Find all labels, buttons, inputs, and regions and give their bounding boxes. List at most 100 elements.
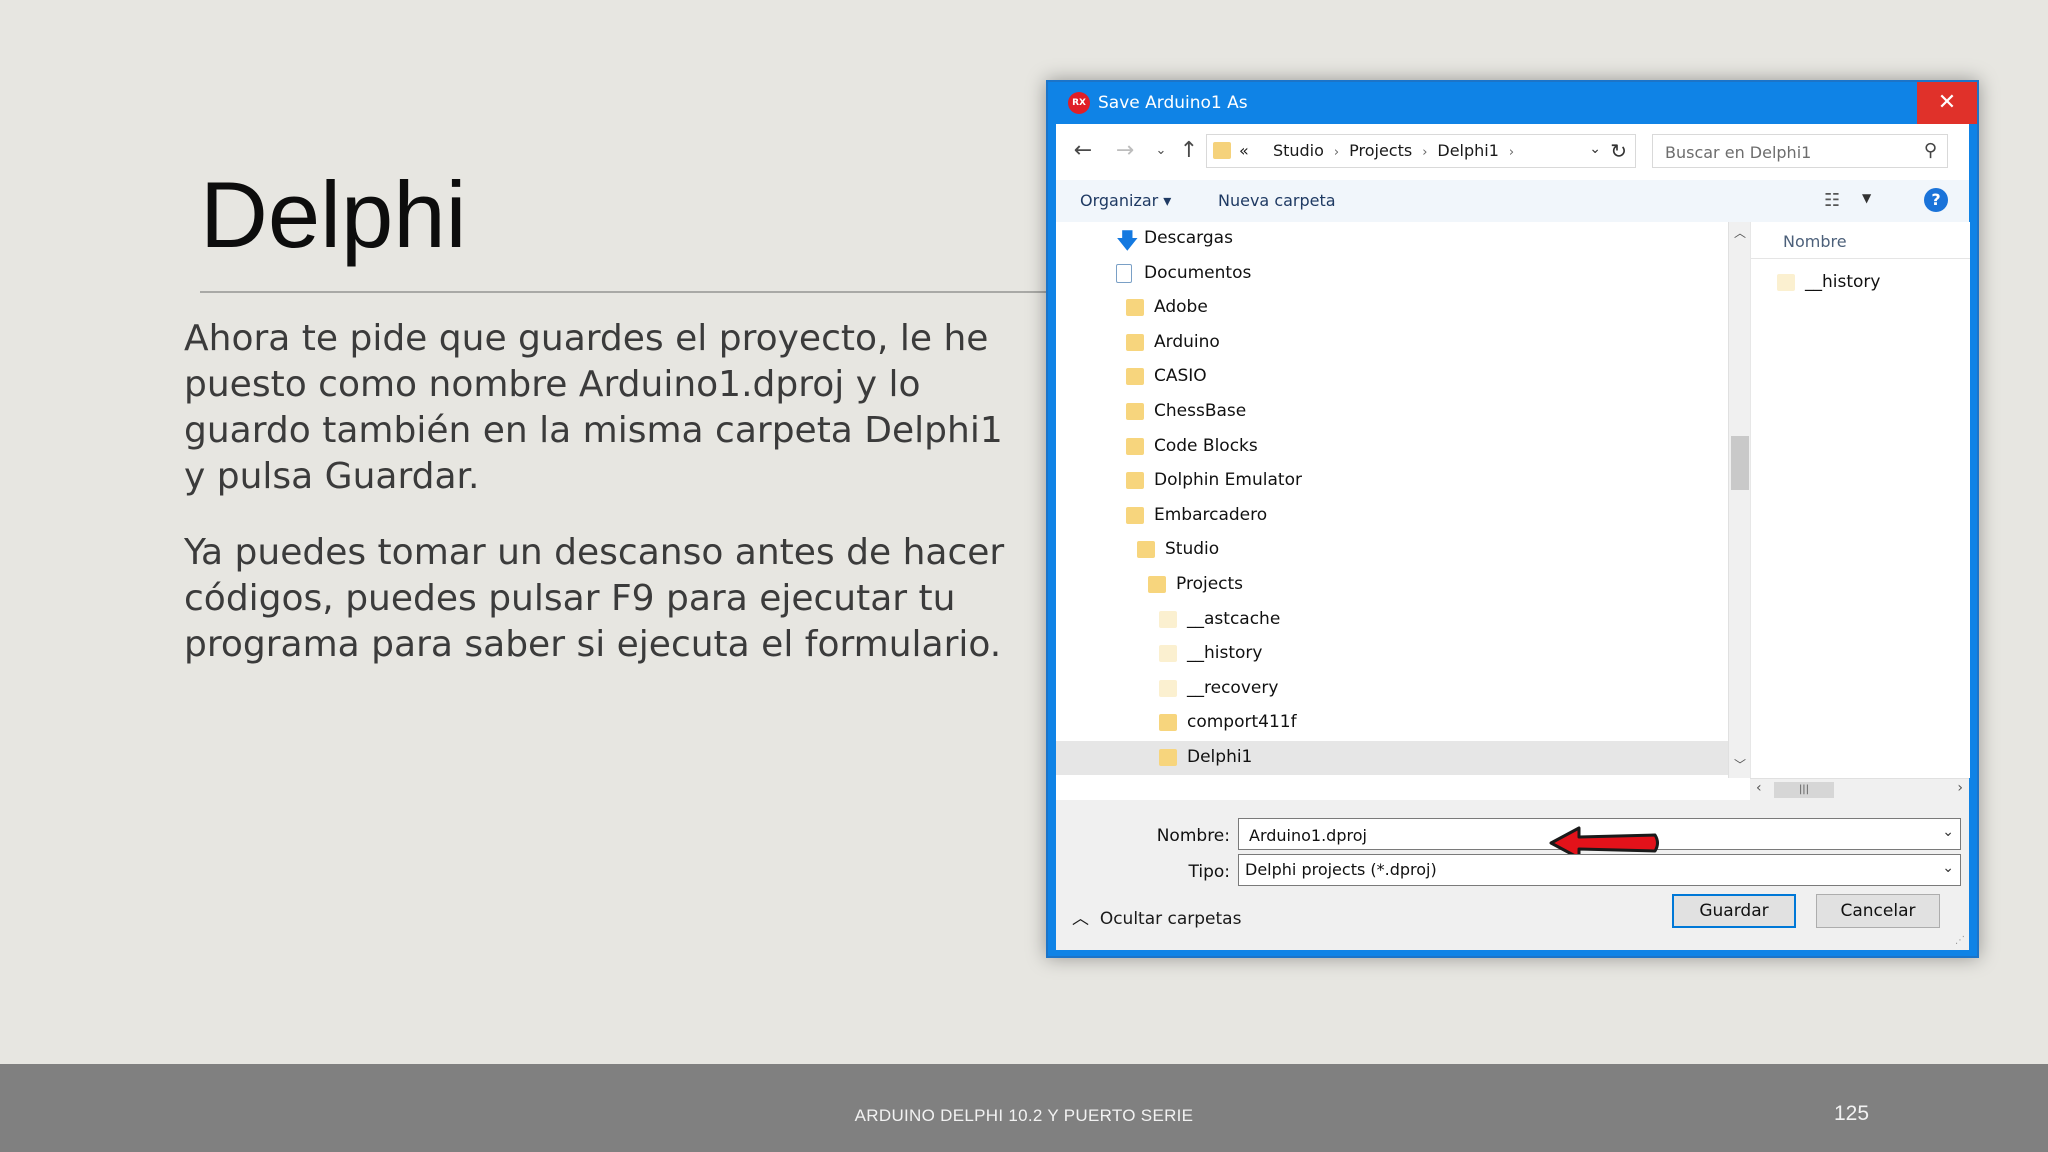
tree-item-delphi1[interactable]: Delphi1 bbox=[1056, 741, 1728, 775]
resize-grip-icon[interactable]: ⋰ bbox=[1955, 935, 1965, 946]
hidden-folder-icon bbox=[1159, 645, 1177, 663]
scroll-up-arrow-icon[interactable]: ︿ bbox=[1729, 224, 1751, 244]
tree-item-label: comport411f bbox=[1187, 712, 1297, 733]
folder-icon bbox=[1148, 576, 1166, 593]
refresh-icon[interactable]: ↻ bbox=[1610, 139, 1627, 163]
breadcrumb-separator-icon[interactable]: › bbox=[1334, 145, 1339, 160]
tree-item-label: Documentos bbox=[1144, 262, 1252, 283]
slide-title: Delphi bbox=[200, 162, 467, 267]
page-number: 125 bbox=[1834, 1102, 1870, 1125]
tree-item-history[interactable]: __history bbox=[1056, 637, 1728, 671]
document-icon bbox=[1116, 263, 1132, 283]
file-list-horizontal-scrollbar[interactable]: ‹ ||| › bbox=[1750, 778, 1969, 801]
tree-item-casio[interactable]: CASIO bbox=[1056, 360, 1728, 394]
tree-item-adobe[interactable]: Adobe bbox=[1056, 291, 1728, 325]
tree-item-label: __history bbox=[1187, 643, 1263, 664]
filename-combobox[interactable]: ⌄ bbox=[1238, 818, 1961, 860]
search-icon[interactable]: ⚲ bbox=[1924, 140, 1937, 161]
save-options-panel: Nombre: ⌄ Tipo: Delphi projects (*.dproj… bbox=[1056, 800, 1969, 950]
column-header-label: Nombre bbox=[1783, 232, 1847, 251]
breadcrumb-studio[interactable]: Studio bbox=[1273, 141, 1324, 160]
column-header-name[interactable]: Nombre bbox=[1751, 222, 1970, 259]
scroll-thumb[interactable] bbox=[1731, 436, 1749, 490]
recent-locations-chevron-icon[interactable]: ⌄ bbox=[1148, 138, 1174, 164]
breadcrumb-overflow[interactable]: « bbox=[1239, 141, 1249, 160]
back-arrow-icon[interactable]: ← bbox=[1070, 138, 1096, 164]
type-label: Tipo: bbox=[1188, 862, 1230, 882]
new-folder-button[interactable]: Nueva carpeta bbox=[1218, 191, 1336, 210]
organize-menu[interactable]: Organizar ▾ bbox=[1080, 191, 1171, 210]
hidden-folder-icon bbox=[1777, 274, 1795, 291]
tree-vertical-scrollbar[interactable]: ︿ ﹀ bbox=[1728, 222, 1751, 778]
up-arrow-icon[interactable]: ↑ bbox=[1176, 138, 1202, 164]
folder-icon bbox=[1126, 299, 1144, 317]
folder-icon bbox=[1137, 541, 1155, 559]
address-dropdown-chevron-icon[interactable]: ⌄ bbox=[1589, 141, 1601, 157]
chevron-down-icon[interactable]: ⌄ bbox=[1942, 860, 1954, 876]
hide-folders-label: Ocultar carpetas bbox=[1099, 909, 1242, 929]
forward-arrow-icon[interactable]: → bbox=[1112, 138, 1138, 164]
view-dropdown-chevron-icon[interactable]: ▼ bbox=[1862, 191, 1871, 205]
view-options-icon[interactable]: ☷ bbox=[1824, 190, 1840, 211]
breadcrumb-delphi1[interactable]: Delphi1 bbox=[1437, 141, 1499, 160]
tree-item-label: Projects bbox=[1176, 574, 1244, 594]
download-icon: 🡇 bbox=[1116, 229, 1139, 254]
hide-folders-toggle[interactable]: ︿ Ocultar carpetas bbox=[1072, 904, 1241, 929]
type-selected-value: Delphi projects (*.dproj) bbox=[1245, 860, 1437, 879]
folder-icon bbox=[1159, 749, 1177, 766]
type-combobox[interactable]: Delphi projects (*.dproj) ⌄ bbox=[1238, 854, 1961, 886]
tree-item-label: Adobe bbox=[1154, 297, 1208, 318]
tree-item-dolphin-emulator[interactable]: Dolphin Emulator bbox=[1056, 464, 1728, 498]
tree-item-label: __astcache bbox=[1187, 608, 1281, 629]
address-folder-icon bbox=[1213, 142, 1231, 159]
search-box[interactable]: ⚲ bbox=[1652, 134, 1948, 168]
tree-item-label: Descargas bbox=[1144, 228, 1233, 248]
tree-item-projects[interactable]: Projects bbox=[1056, 568, 1728, 602]
command-bar: Organizar ▾ Nueva carpeta ☷ ▼ ? bbox=[1056, 180, 1969, 222]
chevron-up-icon: ︿ bbox=[1072, 909, 1089, 929]
tree-item-documentos[interactable]: Documentos bbox=[1056, 257, 1728, 291]
address-bar[interactable]: « Studio › Projects › Delphi1 › ⌄ ↻ bbox=[1206, 134, 1636, 168]
title-divider bbox=[200, 291, 1048, 293]
tree-item-label: Delphi1 bbox=[1187, 747, 1253, 767]
tree-item-recovery[interactable]: __recovery bbox=[1056, 672, 1728, 706]
scroll-thumb[interactable]: ||| bbox=[1774, 782, 1834, 798]
search-input[interactable] bbox=[1663, 139, 1907, 165]
save-as-dialog: RX Save Arduino1 As ✕ ← → ⌄ ↑ « Studio › P… bbox=[1046, 80, 1979, 958]
body-paragraph-2: Ya puedes tomar un descanso antes de hac… bbox=[184, 532, 1005, 665]
scroll-down-arrow-icon[interactable]: ﹀ bbox=[1729, 756, 1751, 776]
tree-item-comport411f[interactable]: comport411f bbox=[1056, 706, 1728, 740]
tree-item-arduino[interactable]: Arduino bbox=[1056, 326, 1728, 360]
scroll-right-arrow-icon[interactable]: › bbox=[1957, 780, 1963, 796]
folder-icon bbox=[1159, 714, 1177, 732]
folder-icon bbox=[1126, 368, 1144, 386]
tree-item-code-blocks[interactable]: Code Blocks bbox=[1056, 430, 1728, 464]
navigation-tree[interactable]: 🡇 Descargas Documentos Adobe Arduino CASIO Che… bbox=[1056, 222, 1728, 778]
tree-item-astcache[interactable]: __astcache bbox=[1056, 603, 1728, 637]
tree-item-label: Studio bbox=[1165, 539, 1220, 560]
list-item-label: __history bbox=[1805, 272, 1881, 292]
hidden-folder-icon bbox=[1159, 679, 1177, 697]
help-icon[interactable]: ? bbox=[1924, 188, 1948, 212]
tree-item-label: Code Blocks bbox=[1154, 435, 1258, 456]
breadcrumb-separator-icon[interactable]: › bbox=[1422, 145, 1427, 160]
dialog-client: ← → ⌄ ↑ « Studio › Projects › Delphi1 › ⌄ ↻ ⚲… bbox=[1056, 124, 1970, 950]
tree-item-studio[interactable]: Studio bbox=[1056, 533, 1728, 567]
tree-item-chessbase[interactable]: ChessBase bbox=[1056, 395, 1728, 429]
breadcrumb-separator-icon[interactable]: › bbox=[1509, 145, 1514, 160]
cancel-button[interactable]: Cancelar bbox=[1816, 894, 1940, 928]
tree-item-label: Embarcadero bbox=[1154, 504, 1268, 525]
folder-icon bbox=[1126, 506, 1144, 524]
chevron-down-icon[interactable]: ⌄ bbox=[1942, 824, 1954, 840]
dialog-titlebar[interactable]: RX Save Arduino1 As ✕ bbox=[1048, 82, 1977, 124]
tree-item-embarcadero[interactable]: Embarcadero bbox=[1056, 499, 1728, 533]
scroll-left-arrow-icon[interactable]: ‹ bbox=[1756, 780, 1762, 796]
tree-item-descargas[interactable]: 🡇 Descargas bbox=[1056, 222, 1728, 256]
hidden-folder-icon bbox=[1159, 610, 1177, 628]
breadcrumb-projects[interactable]: Projects bbox=[1349, 141, 1412, 160]
close-button[interactable]: ✕ bbox=[1917, 82, 1977, 124]
tree-item-label: __recovery bbox=[1187, 677, 1279, 698]
save-button[interactable]: Guardar bbox=[1672, 894, 1796, 928]
file-list[interactable]: Nombre __history bbox=[1750, 222, 1970, 778]
folder-icon bbox=[1126, 437, 1144, 455]
